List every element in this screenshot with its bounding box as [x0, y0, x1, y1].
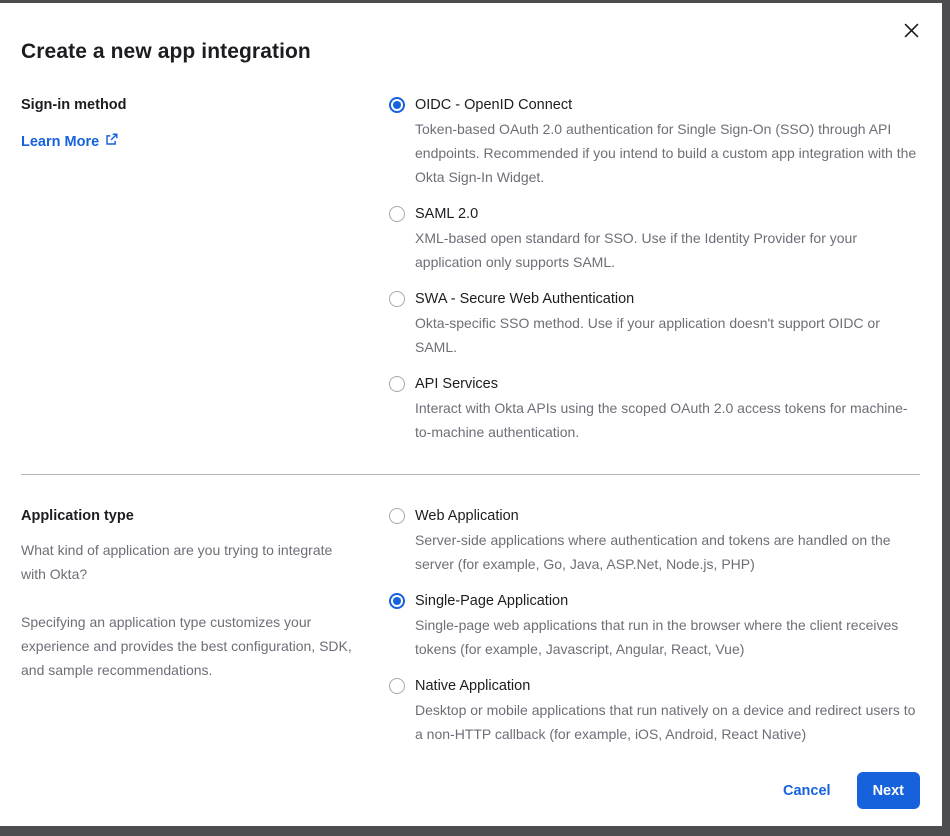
radio-option-saml: SAML 2.0 XML-based open standard for SSO… [389, 202, 920, 274]
radio-unselected-icon[interactable] [389, 678, 405, 694]
sign-in-method-label: Sign-in method [21, 93, 361, 117]
radio-selected-icon[interactable] [389, 97, 405, 113]
radio-unselected-icon[interactable] [389, 376, 405, 392]
radio-option-oidc-control[interactable]: OIDC - OpenID Connect [389, 93, 920, 117]
option-label: Native Application [415, 674, 530, 698]
radio-option-web-application: Web Application Server-side applications… [389, 504, 920, 576]
radio-option-single-page-application-control[interactable]: Single-Page Application [389, 589, 920, 613]
page-title: Create a new app integration [21, 40, 914, 64]
external-link-icon [105, 133, 118, 150]
option-label: OIDC - OpenID Connect [415, 93, 572, 117]
radio-unselected-icon[interactable] [389, 508, 405, 524]
learn-more-label: Learn More [21, 134, 99, 150]
sign-in-method-section: Sign-in method Learn More OIDC - OpenID … [21, 93, 920, 444]
radio-selected-icon[interactable] [389, 593, 405, 609]
close-icon [904, 23, 919, 41]
radio-option-native-application-control[interactable]: Native Application [389, 674, 920, 698]
section-divider [21, 474, 920, 475]
application-type-label: Application type [21, 504, 361, 528]
close-button[interactable] [900, 21, 922, 43]
option-description: Okta-specific SSO method. Use if your ap… [415, 311, 920, 359]
option-label: Single-Page Application [415, 589, 568, 613]
cancel-button[interactable]: Cancel [783, 783, 831, 799]
radio-option-oidc: OIDC - OpenID Connect Token-based OAuth … [389, 93, 920, 189]
radio-option-api-services: API Services Interact with Okta APIs usi… [389, 372, 920, 444]
option-description: Interact with Okta APIs using the scoped… [415, 396, 920, 444]
option-label: SAML 2.0 [415, 202, 478, 226]
application-type-question: What kind of application are you trying … [21, 538, 361, 586]
radio-option-single-page-application: Single-Page Application Single-page web … [389, 589, 920, 661]
option-description: Desktop or mobile applications that run … [415, 698, 920, 746]
learn-more-link[interactable]: Learn More [21, 133, 118, 150]
option-label: API Services [415, 372, 498, 396]
radio-option-api-services-control[interactable]: API Services [389, 372, 920, 396]
option-label: SWA - Secure Web Authentication [415, 287, 634, 311]
next-button[interactable]: Next [857, 772, 920, 809]
radio-option-web-application-control[interactable]: Web Application [389, 504, 920, 528]
radio-unselected-icon[interactable] [389, 291, 405, 307]
application-type-help-text: Specifying an application type customize… [21, 610, 361, 682]
option-label: Web Application [415, 504, 519, 528]
radio-option-native-application: Native Application Desktop or mobile app… [389, 674, 920, 746]
radio-unselected-icon[interactable] [389, 206, 405, 222]
option-description: XML-based open standard for SSO. Use if … [415, 226, 920, 274]
option-description: Server-side applications where authentic… [415, 528, 920, 576]
dialog-footer: Cancel Next [21, 772, 920, 809]
radio-option-swa: SWA - Secure Web Authentication Okta-spe… [389, 287, 920, 359]
application-type-section: Application type What kind of applicatio… [21, 504, 920, 746]
option-description: Single-page web applications that run in… [415, 613, 920, 661]
create-app-integration-dialog: Create a new app integration Sign-in met… [0, 3, 942, 826]
radio-option-saml-control[interactable]: SAML 2.0 [389, 202, 920, 226]
option-description: Token-based OAuth 2.0 authentication for… [415, 117, 920, 189]
radio-option-swa-control[interactable]: SWA - Secure Web Authentication [389, 287, 920, 311]
